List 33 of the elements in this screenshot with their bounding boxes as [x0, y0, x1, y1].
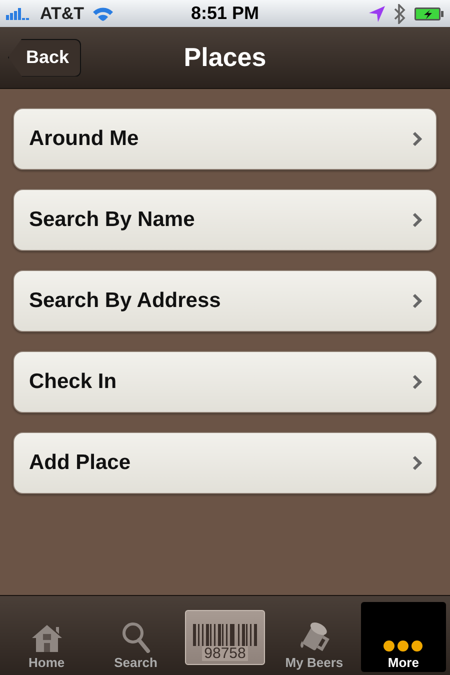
- tab-item[interactable]: More: [360, 602, 446, 672]
- chevron-icon: [412, 293, 422, 309]
- chevron-icon: [412, 455, 422, 471]
- menu-item[interactable]: Search By Name: [13, 189, 437, 251]
- more-icon: [381, 639, 426, 653]
- chevron-icon: [412, 212, 422, 228]
- barcode-icon: [193, 624, 257, 646]
- menu-item[interactable]: Add Place: [13, 432, 437, 494]
- bluetooth-icon: [394, 4, 406, 24]
- status-time: 8:51 PM: [190, 3, 260, 24]
- location-arrow-icon: [368, 4, 386, 22]
- menu-item-label: Add Place: [29, 451, 132, 475]
- wifi-icon: [92, 6, 114, 22]
- carrier-name: AT&T: [40, 4, 84, 24]
- tab-item[interactable]: Home: [4, 602, 90, 672]
- battery-icon: [414, 6, 444, 20]
- menu-item-label: Search By Name: [29, 208, 196, 232]
- page-title: Places: [184, 42, 266, 72]
- tab-item[interactable]: Search: [93, 602, 178, 672]
- menu-item-label: Search By Address: [29, 289, 222, 313]
- tab-item[interactable]: My Beers: [272, 602, 357, 672]
- chevron-icon: [412, 131, 422, 147]
- menu-item-label: Around Me: [29, 127, 140, 151]
- search-icon: [120, 621, 151, 653]
- menu-item[interactable]: Check In: [13, 351, 437, 413]
- menu-item[interactable]: Search By Address: [13, 270, 437, 332]
- barcode-scan-button[interactable]: 98758: [185, 610, 265, 664]
- chevron-icon: [412, 374, 422, 390]
- signal-icon: [6, 8, 32, 20]
- back-button[interactable]: Back: [8, 38, 82, 76]
- home-icon: [30, 623, 64, 653]
- menu-item-label: Check In: [29, 370, 118, 394]
- menu-item[interactable]: Around Me: [13, 108, 437, 170]
